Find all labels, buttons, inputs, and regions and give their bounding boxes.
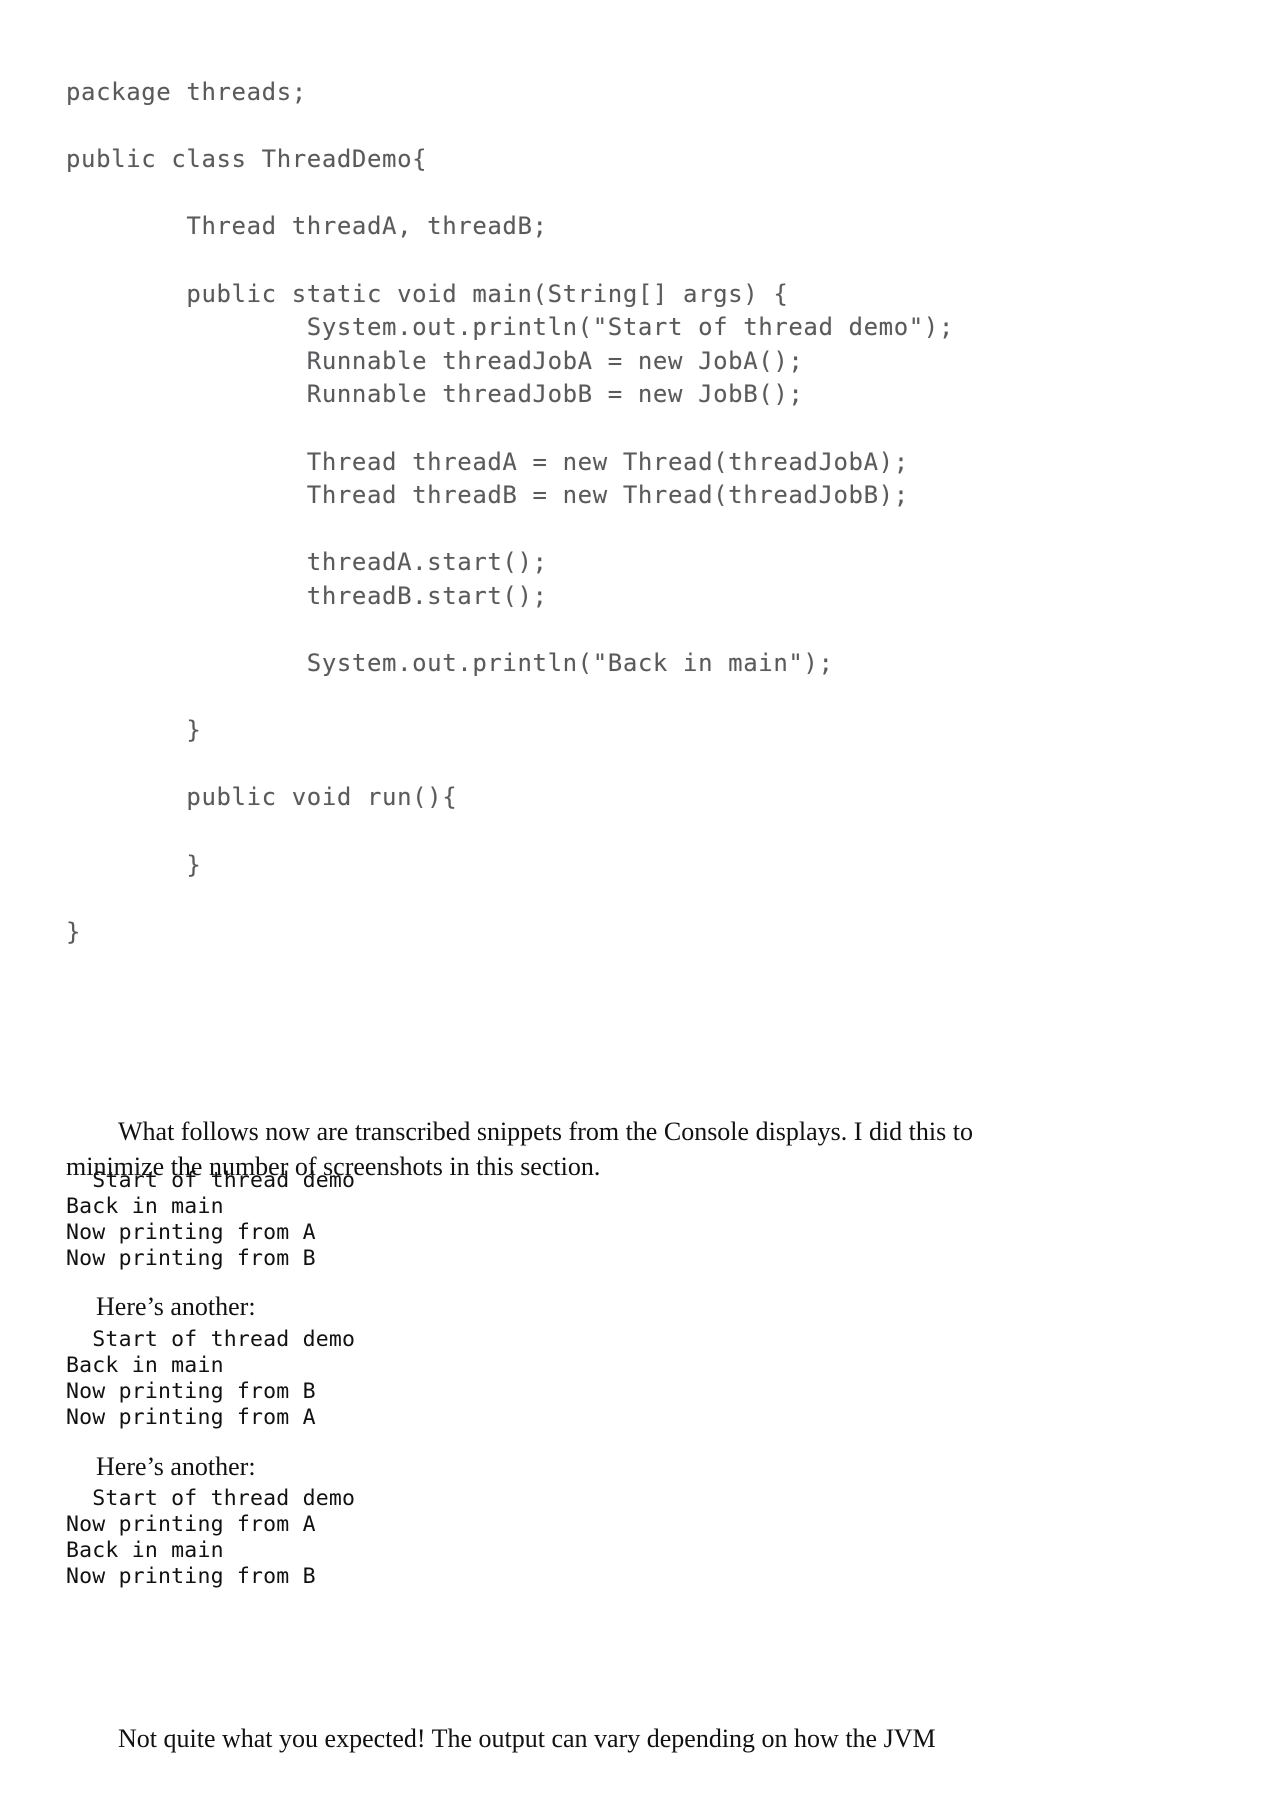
- console-line: Now printing from A: [66, 1405, 316, 1431]
- heres-another-label-2: Here’s another:: [96, 1452, 256, 1481]
- console-line: Now printing from B: [66, 1378, 316, 1404]
- console-line: Back in main: [66, 1537, 224, 1563]
- console-output-block-1: Start of thread demo Back in main Now prin…: [66, 1168, 355, 1273]
- console-line: Now printing from A: [66, 1511, 316, 1537]
- code-line: Thread threadA, threadB;: [66, 212, 548, 241]
- console-line: Back in main: [66, 1193, 224, 1219]
- console-line: Start of thread demo: [66, 1167, 356, 1193]
- code-block: package threads; public class ThreadDemo{…: [66, 76, 1066, 949]
- code-line: threadB.start();: [66, 581, 548, 610]
- code-line: public void run(){: [66, 783, 458, 812]
- code-line: Thread threadA = new Thread(threadJobA);: [66, 447, 909, 476]
- console-line: Now printing from B: [66, 1246, 316, 1272]
- code-line: public class ThreadDemo{: [66, 145, 428, 174]
- console-output-block-3: Start of thread demo Now printing from AB…: [66, 1486, 355, 1591]
- code-line: package threads;: [66, 78, 307, 106]
- code-line: }: [66, 850, 202, 879]
- code-line: Runnable threadJobA = new JobA();: [66, 346, 804, 375]
- code-line: }: [66, 917, 82, 946]
- closing-paragraph: Not quite what you expected! The output …: [66, 1721, 1018, 1756]
- console-line: Start of thread demo: [66, 1485, 356, 1511]
- code-line: threadA.start();: [66, 548, 548, 577]
- code-line: }: [66, 716, 202, 745]
- code-line: Runnable threadJobB = new JobB();: [66, 380, 804, 409]
- heres-another-label-1: Here’s another:: [96, 1292, 256, 1321]
- closing-paragraph-text: Not quite what you expected! The output …: [118, 1724, 936, 1753]
- java-code-listing: package threads; public class ThreadDemo{…: [66, 76, 1066, 949]
- code-line: System.out.println("Back in main");: [66, 649, 834, 678]
- console-line: Now printing from B: [66, 1564, 316, 1590]
- console-line: Now printing from A: [66, 1219, 316, 1245]
- console-output-block-2: Start of thread demo Back in main Now prin…: [66, 1327, 355, 1432]
- document-page: package threads; public class ThreadDemo{…: [0, 0, 1280, 1809]
- console-line: Start of thread demo: [66, 1326, 356, 1352]
- code-line: System.out.println("Start of thread demo…: [66, 313, 954, 342]
- console-line: Back in main: [66, 1352, 224, 1378]
- code-line: Thread threadB = new Thread(threadJobB);: [66, 481, 909, 510]
- code-line: public static void main(String[] args) {: [66, 279, 789, 308]
